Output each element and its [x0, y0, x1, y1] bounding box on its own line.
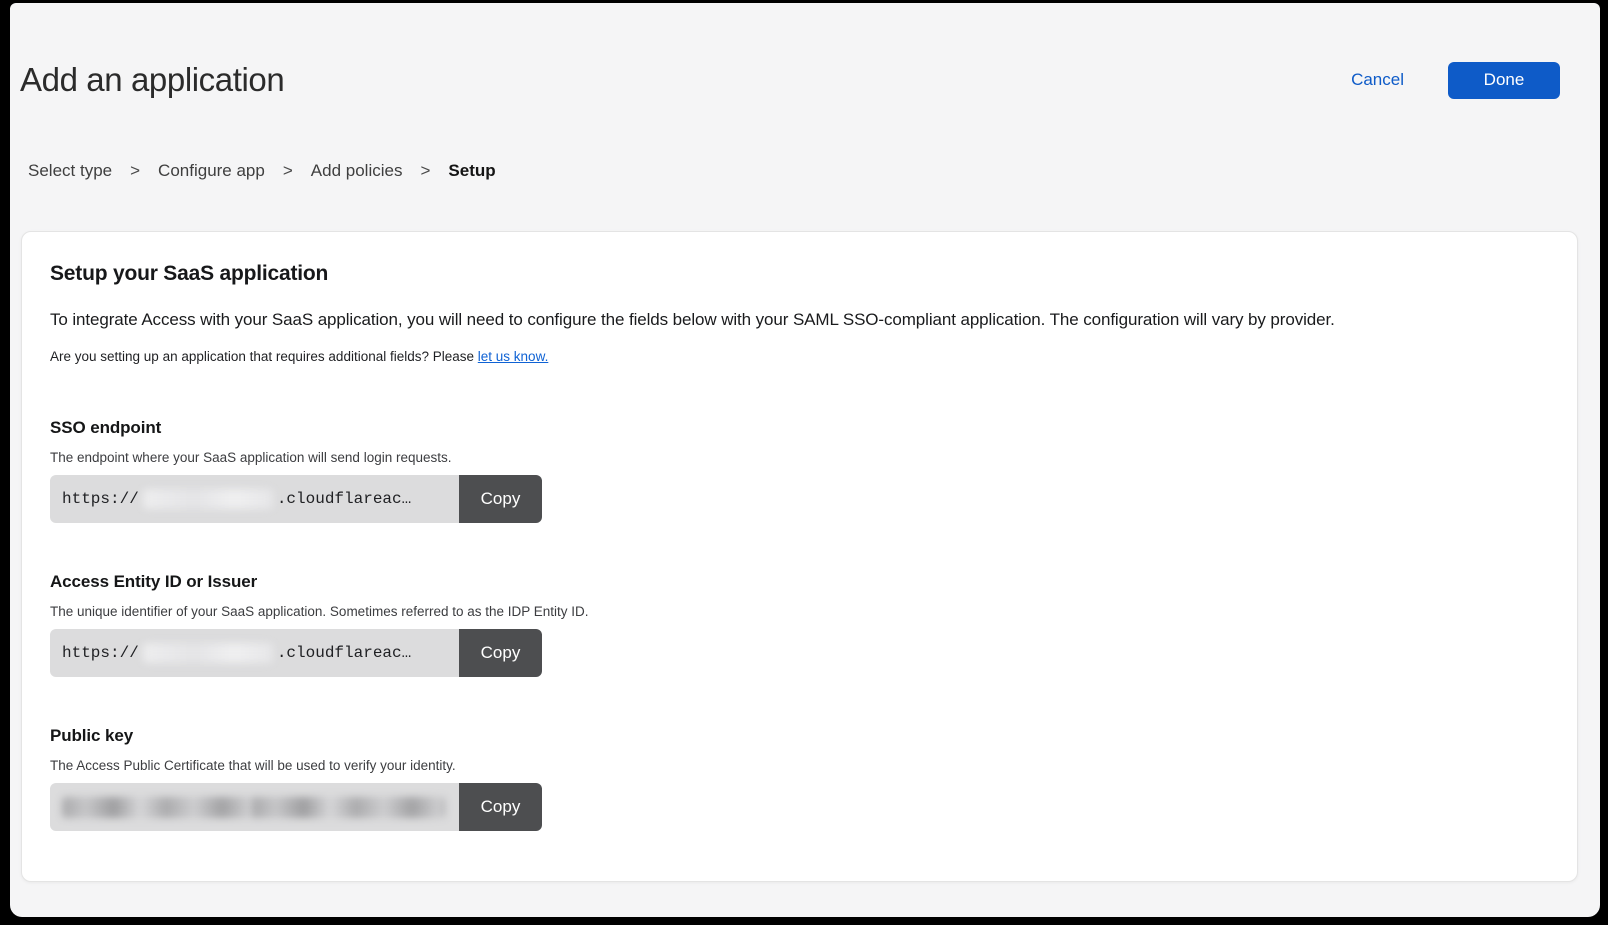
- breadcrumb-item-setup: Setup: [448, 161, 495, 181]
- sso-endpoint-copy-button[interactable]: Copy: [459, 475, 542, 523]
- public-key-label: Public key: [50, 726, 1549, 746]
- public-key-copy-row: Copy: [50, 783, 542, 831]
- breadcrumb-item-select-type[interactable]: Select type: [28, 161, 112, 181]
- card-intro-text: To integrate Access with your SaaS appli…: [50, 310, 1549, 330]
- header-actions: Cancel Done: [1351, 62, 1560, 99]
- access-entity-id-label: Access Entity ID or Issuer: [50, 572, 1549, 592]
- breadcrumb-separator: >: [283, 161, 293, 181]
- access-entity-id-value-prefix: https://: [62, 644, 139, 662]
- sso-endpoint-label: SSO endpoint: [50, 418, 1549, 438]
- sso-endpoint-value-suffix: .cloudflareac…: [277, 490, 411, 508]
- done-button[interactable]: Done: [1448, 62, 1560, 99]
- access-entity-id-value: https:// .cloudflareac…: [50, 629, 459, 677]
- public-key-copy-button[interactable]: Copy: [459, 783, 542, 831]
- public-key-value: [50, 783, 459, 831]
- breadcrumb-item-configure-app[interactable]: Configure app: [158, 161, 265, 181]
- sso-endpoint-description: The endpoint where your SaaS application…: [50, 450, 1549, 465]
- setup-card: Setup your SaaS application To integrate…: [21, 231, 1578, 882]
- cancel-button[interactable]: Cancel: [1351, 70, 1404, 90]
- access-entity-id-section: Access Entity ID or Issuer The unique id…: [50, 572, 1549, 677]
- page-title: Add an application: [20, 61, 284, 99]
- app-window: Add an application Cancel Done Select ty…: [10, 3, 1600, 917]
- page-header: Add an application Cancel Done Select ty…: [10, 3, 1600, 181]
- public-key-description: The Access Public Certificate that will …: [50, 758, 1549, 773]
- card-note-text: Are you setting up an application that r…: [50, 349, 478, 364]
- sso-endpoint-value: https:// .cloudflareac…: [50, 475, 459, 523]
- card-heading: Setup your SaaS application: [50, 262, 1549, 286]
- redacted-text-blur: [143, 643, 273, 663]
- public-key-section: Public key The Access Public Certificate…: [50, 726, 1549, 831]
- sso-endpoint-copy-row: https:// .cloudflareac… Copy: [50, 475, 542, 523]
- redacted-text-blur: [62, 797, 445, 818]
- breadcrumb-item-add-policies[interactable]: Add policies: [311, 161, 403, 181]
- redacted-text-blur: [143, 489, 273, 509]
- access-entity-id-copy-row: https:// .cloudflareac… Copy: [50, 629, 542, 677]
- breadcrumb-separator: >: [130, 161, 140, 181]
- access-entity-id-value-suffix: .cloudflareac…: [277, 644, 411, 662]
- let-us-know-link[interactable]: let us know.: [478, 349, 549, 364]
- access-entity-id-copy-button[interactable]: Copy: [459, 629, 542, 677]
- breadcrumb-separator: >: [420, 161, 430, 181]
- access-entity-id-description: The unique identifier of your SaaS appli…: [50, 604, 1549, 619]
- sso-endpoint-section: SSO endpoint The endpoint where your Saa…: [50, 418, 1549, 523]
- breadcrumb: Select type > Configure app > Add polici…: [20, 161, 1560, 181]
- sso-endpoint-value-prefix: https://: [62, 490, 139, 508]
- card-note: Are you setting up an application that r…: [50, 349, 1549, 364]
